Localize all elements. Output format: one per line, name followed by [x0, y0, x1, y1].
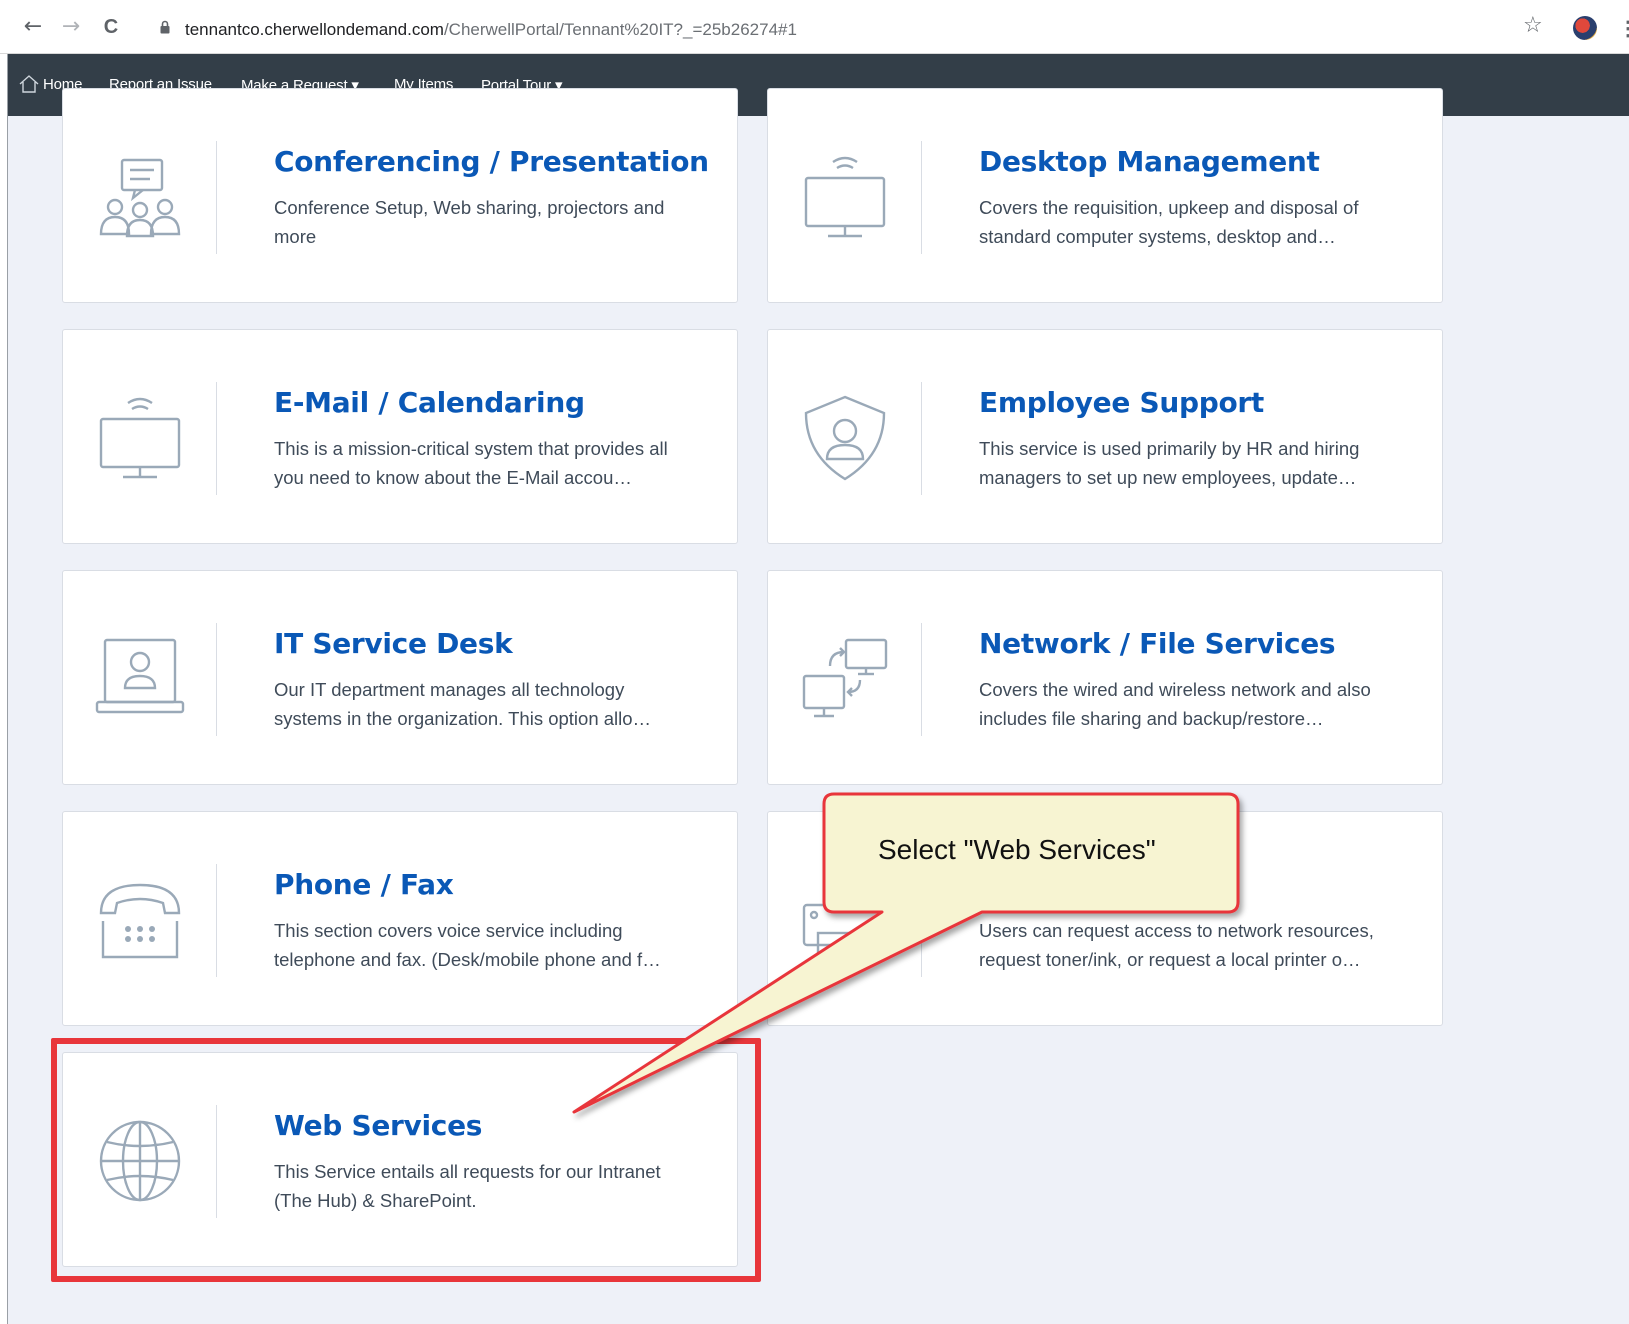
- card-description: Users can request access to network reso…: [979, 920, 1374, 970]
- laptop-user-icon: [95, 634, 185, 724]
- card-title: Employee Support: [979, 386, 1264, 419]
- bookmark-star-icon[interactable]: ☆: [1523, 13, 1543, 38]
- card-desktop-management[interactable]: Desktop Management Covers the requisitio…: [767, 88, 1443, 303]
- card-title: Desktop Management: [979, 145, 1320, 178]
- home-icon: [19, 75, 39, 93]
- card-title: Phone / Fax: [274, 868, 454, 901]
- browser-menu-icon[interactable]: ⋮: [1618, 16, 1629, 41]
- card-title: Network / File Services: [979, 627, 1336, 660]
- lock-icon: [160, 20, 170, 34]
- address-bar[interactable]: tennantco.cherwellondemand.com/CherwellP…: [150, 12, 1520, 44]
- card-title: E-Mail / Calendaring: [274, 386, 585, 419]
- telephone-icon: [95, 875, 185, 965]
- shield-user-icon: [800, 393, 890, 483]
- card-description: This service is used primarily by HR and…: [979, 438, 1360, 488]
- printer-icon: [800, 875, 890, 965]
- card-description: Our IT department manages all technology…: [274, 679, 652, 729]
- back-arrow-icon[interactable]: ←: [20, 14, 46, 40]
- card-divider: [216, 864, 217, 977]
- card-employee-support[interactable]: Employee Support This service is used pr…: [767, 329, 1443, 544]
- card-divider: [921, 382, 922, 495]
- url-text: tennantco.cherwellondemand.com/CherwellP…: [185, 20, 797, 40]
- card-description: This section covers voice service includ…: [274, 920, 661, 970]
- network-transfer-icon: [800, 634, 890, 724]
- browser-toolbar: ← → C tennantco.cherwellondemand.com/Che…: [0, 0, 1629, 54]
- wifi-monitor-icon: [95, 393, 185, 483]
- wifi-monitor-icon: [800, 152, 890, 242]
- card-description: Covers the wired and wireless network an…: [979, 679, 1371, 729]
- card-title: Conferencing / Presentation: [274, 145, 709, 178]
- url-host: tennantco.cherwellondemand.com: [185, 20, 444, 39]
- reload-icon[interactable]: C: [98, 14, 124, 40]
- card-network-file-services[interactable]: Network / File Services Covers the wired…: [767, 570, 1443, 785]
- card-email-calendaring[interactable]: E-Mail / Calendaring This is a mission-c…: [62, 329, 738, 544]
- card-title: IT Service Desk: [274, 627, 513, 660]
- card-description: Conference Setup, Web sharing, projector…: [274, 197, 665, 247]
- highlight-box: [51, 1038, 761, 1282]
- card-description: Covers the requisition, upkeep and dispo…: [979, 197, 1359, 247]
- url-path: /CherwellPortal/Tennant%20IT?_=25b26274#…: [443, 20, 797, 39]
- card-divider: [921, 864, 922, 977]
- card-it-service-desk[interactable]: IT Service Desk Our IT department manage…: [62, 570, 738, 785]
- forward-arrow-icon[interactable]: →: [58, 14, 84, 40]
- card-divider: [216, 623, 217, 736]
- card-divider: [216, 382, 217, 495]
- card-description: This is a mission-critical system that p…: [274, 438, 668, 488]
- card-phone-fax[interactable]: Phone / Fax This section covers voice se…: [62, 811, 738, 1026]
- card-conferencing[interactable]: Conferencing / Presentation Conference S…: [62, 88, 738, 303]
- window-edge: [0, 54, 8, 1324]
- card-divider: [216, 141, 217, 254]
- profile-avatar[interactable]: [1573, 16, 1597, 40]
- card-divider: [921, 623, 922, 736]
- callout-text: Select "Web Services": [878, 834, 1156, 865]
- people-chat-icon: [95, 152, 185, 242]
- card-divider: [921, 141, 922, 254]
